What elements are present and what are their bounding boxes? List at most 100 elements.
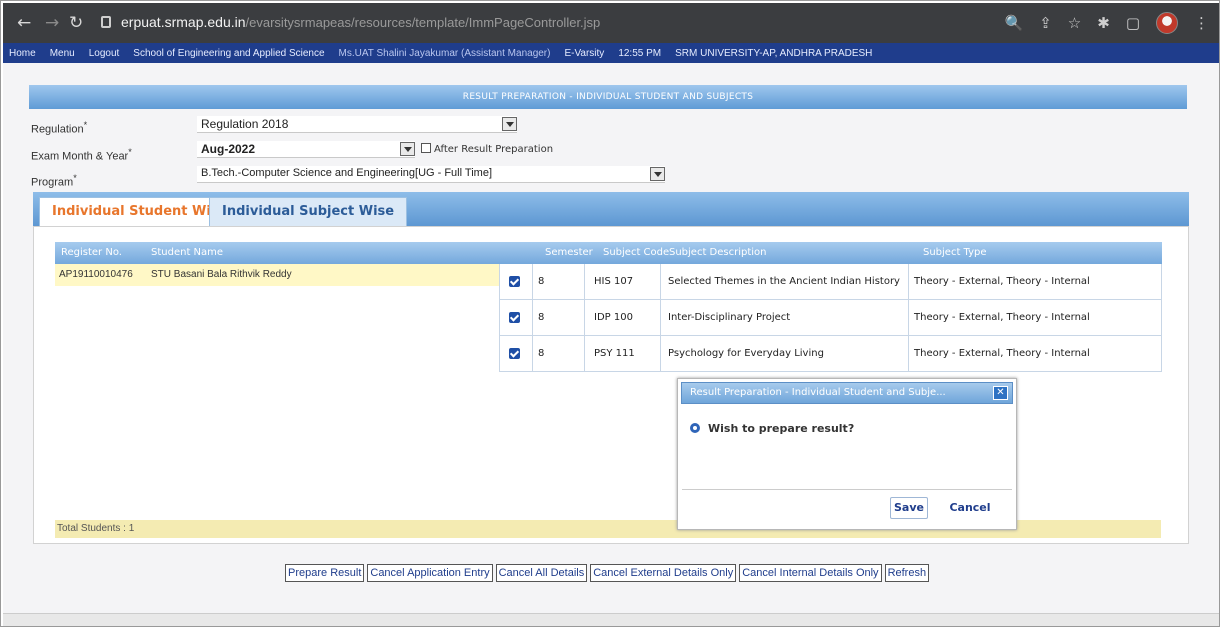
col-register-no: Register No. — [61, 247, 122, 258]
sidepanel-icon[interactable]: ▢ — [1126, 14, 1140, 32]
school-name: School of Engineering and Applied Scienc… — [133, 47, 325, 59]
semester: 8 — [538, 312, 545, 323]
zoom-icon[interactable]: 🔍 — [1005, 14, 1024, 32]
divider — [660, 300, 661, 335]
divider — [584, 300, 585, 335]
program-label: Program* — [31, 173, 77, 189]
subject-code: HIS 107 — [594, 276, 634, 287]
page-title: RESULT PREPARATION - INDIVIDUAL STUDENT … — [29, 85, 1187, 109]
semester: 8 — [538, 348, 545, 359]
student-grid-header: Register No. Student Name — [55, 242, 499, 264]
exam-dropdown-icon[interactable] — [400, 142, 415, 156]
semester: 8 — [538, 276, 545, 287]
address-bar[interactable]: erpuat.srmap.edu.in/evarsitysrmapeas/res… — [95, 10, 825, 36]
col-subject-type: Subject Type — [923, 247, 987, 258]
col-subject-description: Subject Description — [669, 247, 767, 258]
app-header: Home Menu Logout School of Engineering a… — [3, 43, 1219, 63]
extensions-icon[interactable]: ✱ — [1097, 14, 1110, 32]
divider — [908, 336, 909, 371]
profile-avatar[interactable] — [1156, 12, 1178, 34]
regulation-select[interactable]: Regulation 2018 — [197, 116, 517, 133]
home-link[interactable]: Home — [9, 48, 36, 59]
screenshot-frame: ← → ↻ erpuat.srmap.edu.in/evarsitysrmape… — [0, 0, 1220, 627]
dialog-divider — [682, 489, 1012, 490]
cancel-all-details-button[interactable]: Cancel All Details — [495, 564, 588, 582]
divider — [908, 300, 909, 335]
radio-icon — [690, 423, 700, 433]
back-icon[interactable]: ← — [17, 13, 31, 33]
university-name: SRM UNIVERSITY-AP, ANDHRA PRADESH — [675, 47, 873, 59]
url-host: erpuat.srmap.edu.in/evarsitysrmapeas/res… — [121, 14, 601, 30]
subject-code: PSY 111 — [594, 348, 635, 359]
regulation-dropdown-icon[interactable] — [502, 117, 517, 131]
refresh-button[interactable]: Refresh — [884, 564, 930, 582]
divider — [584, 336, 585, 371]
divider — [584, 264, 585, 299]
star-icon[interactable]: ☆ — [1068, 14, 1081, 32]
exam-value: Aug-2022 — [201, 142, 256, 156]
col-semester: Semester — [545, 247, 593, 258]
program-select[interactable]: B.Tech.-Computer Science and Engineering… — [197, 166, 665, 183]
url-path: /evarsitysrmapeas/resources/template/Imm… — [245, 15, 601, 30]
clock: 12:55 PM — [618, 47, 662, 59]
reload-icon[interactable]: ↻ — [69, 13, 83, 33]
subject-code: IDP 100 — [594, 312, 633, 323]
col-student-name: Student Name — [151, 247, 224, 258]
app-name: E-Varsity — [564, 47, 605, 59]
register-no: AP19110010476 — [59, 269, 133, 280]
subject-type: Theory - External, Theory - Internal — [914, 276, 1090, 287]
checkbox-icon[interactable] — [421, 143, 431, 153]
divider — [532, 336, 533, 371]
row-checkbox[interactable] — [509, 348, 520, 359]
dialog-message: Wish to prepare result? — [708, 422, 855, 435]
table-row[interactable]: 8 PSY 111 Psychology for Everyday Living… — [499, 336, 1162, 372]
exam-label: Exam Month & Year* — [31, 147, 132, 163]
table-row[interactable]: 8 IDP 100 Inter-Disciplinary Project The… — [499, 300, 1162, 336]
share-icon[interactable]: ⇪ — [1039, 14, 1052, 32]
forward-icon[interactable]: → — [45, 13, 59, 33]
divider — [660, 264, 661, 299]
close-icon[interactable]: ✕ — [993, 386, 1008, 400]
main-content: RESULT PREPARATION - INDIVIDUAL STUDENT … — [3, 63, 1219, 613]
divider — [908, 264, 909, 299]
subject-description: Psychology for Everyday Living — [668, 348, 824, 359]
tab-strip: Individual Student Wise Individual Subje… — [33, 192, 1189, 226]
student-name: STU Basani Bala Rithvik Reddy — [151, 269, 292, 280]
subject-type: Theory - External, Theory - Internal — [914, 312, 1090, 323]
lock-icon — [101, 16, 111, 28]
prepare-result-button[interactable]: Prepare Result — [285, 564, 365, 582]
menu-icon[interactable]: ⋮ — [1194, 14, 1209, 32]
subject-description: Selected Themes in the Ancient Indian Hi… — [668, 276, 900, 287]
divider — [532, 300, 533, 335]
menu-link[interactable]: Menu — [50, 48, 75, 59]
exam-select[interactable]: Aug-2022 — [197, 141, 415, 158]
regulation-value: Regulation 2018 — [201, 117, 289, 131]
browser-toolbar: ← → ↻ erpuat.srmap.edu.in/evarsitysrmape… — [3, 3, 1219, 43]
tab-subject-wise[interactable]: Individual Subject Wise — [209, 197, 408, 226]
subject-grid-header: Semester Subject Code Subject Descriptio… — [499, 242, 1162, 264]
dialog-title-text: Result Preparation - Individual Student … — [690, 387, 946, 398]
horizontal-scrollbar[interactable] — [3, 613, 1219, 626]
table-row[interactable]: AP19110010476 STU Basani Bala Rithvik Re… — [55, 264, 499, 286]
logout-link[interactable]: Logout — [89, 48, 120, 59]
row-checkbox[interactable] — [509, 276, 520, 287]
cancel-button[interactable]: Cancel — [944, 497, 996, 519]
row-checkbox[interactable] — [509, 312, 520, 323]
total-students: Total Students : 1 — [55, 520, 499, 538]
cancel-external-details-button[interactable]: Cancel External Details Only — [590, 564, 737, 582]
cancel-application-entry-button[interactable]: Cancel Application Entry — [367, 564, 493, 582]
subject-description: Inter-Disciplinary Project — [668, 312, 791, 323]
table-row[interactable]: 8 HIS 107 Selected Themes in the Ancient… — [499, 264, 1162, 300]
save-button[interactable]: Save — [890, 497, 928, 519]
program-dropdown-icon[interactable] — [650, 167, 665, 181]
program-value: B.Tech.-Computer Science and Engineering… — [201, 167, 493, 179]
subject-type: Theory - External, Theory - Internal — [914, 348, 1090, 359]
cancel-internal-details-button[interactable]: Cancel Internal Details Only — [739, 564, 882, 582]
regulation-label: Regulation* — [31, 120, 88, 136]
divider — [532, 264, 533, 299]
col-subject-code: Subject Code — [603, 247, 670, 258]
after-result-checkbox[interactable]: After Result Preparation — [421, 143, 553, 155]
subject-grid: Semester Subject Code Subject Descriptio… — [499, 242, 1162, 372]
dialog-title: Result Preparation - Individual Student … — [681, 382, 1013, 404]
browser-actions: 🔍 ⇪ ☆ ✱ ▢ ⋮ — [1005, 12, 1209, 34]
